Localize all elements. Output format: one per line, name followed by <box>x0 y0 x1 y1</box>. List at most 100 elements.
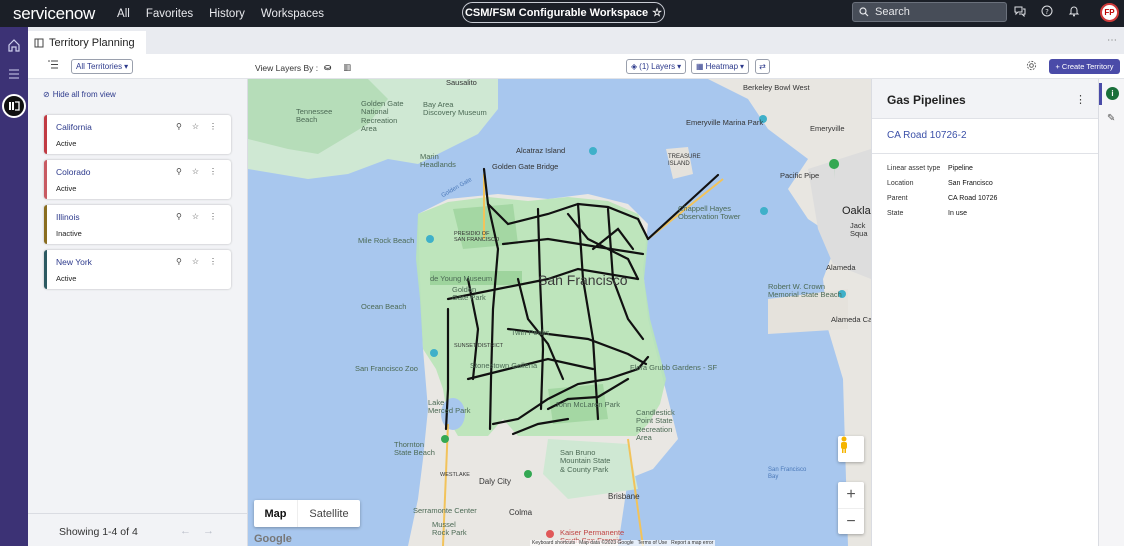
territory-filter-dropdown[interactable]: All Territories ▾ <box>71 59 134 74</box>
star-icon[interactable]: ☆ <box>192 212 199 221</box>
tab-territory-planning[interactable]: Territory Planning <box>28 31 146 54</box>
search-placeholder: Search <box>875 6 910 18</box>
more-icon[interactable]: ⋮ <box>209 212 217 221</box>
star-icon[interactable]: ☆ <box>192 167 199 176</box>
map-label: TREASURE ISLAND <box>668 154 701 167</box>
hide-all-link[interactable]: ⊘ Hide all from view <box>43 90 116 99</box>
view-layers-by: View Layers By : ⛀ ▥ <box>255 62 351 73</box>
property-value: San Francisco <box>948 180 993 187</box>
info-icon[interactable]: i <box>1106 87 1119 100</box>
nav-history[interactable]: History <box>209 8 245 20</box>
property-value: CA Road 10726 <box>948 195 998 202</box>
detail-header: Gas Pipelines ⋮ <box>872 79 1099 119</box>
map-attribution: Keyboard shortcuts Map data ©2023 Google… <box>530 540 716 546</box>
layers-dropdown[interactable]: ◈ (1) Layers ▾ <box>626 59 687 74</box>
more-icon[interactable]: ⋮ <box>209 122 217 131</box>
report-error-link[interactable]: Report a map error <box>671 540 713 546</box>
pagination-summary: Showing 1-4 of 4 <box>59 526 138 538</box>
map-label: Alameda Ca <box>831 315 871 324</box>
star-icon[interactable]: ☆ <box>192 257 199 266</box>
home-icon[interactable] <box>6 37 22 53</box>
svg-text:?: ? <box>1045 8 1049 16</box>
avatar[interactable]: FP <box>1100 3 1119 22</box>
locate-icon[interactable]: ⚲ <box>176 167 182 176</box>
heatmap-icon: ▦ <box>696 62 704 71</box>
properties-list: Linear asset type Pipeline Location San … <box>887 161 997 221</box>
prev-page-icon[interactable]: ← <box>180 525 191 537</box>
map-label: Golden Gate Park <box>452 285 486 303</box>
binoculars-icon[interactable]: ⛀ <box>324 62 331 73</box>
locate-icon[interactable]: ⚲ <box>176 122 182 131</box>
terms-link[interactable]: Terms of Use <box>638 540 667 546</box>
search-input[interactable]: Search <box>852 2 1007 22</box>
map-label: Serramonte Center <box>413 506 477 515</box>
caret-down-icon: ▾ <box>740 62 745 71</box>
territory-status: Active <box>56 184 77 193</box>
record-link[interactable]: CA Road 10726-2 <box>887 130 967 141</box>
view-layers-label: View Layers By : <box>255 62 319 73</box>
layers-icon: ◈ <box>631 62 638 71</box>
map-label: John McLaren Park <box>555 400 621 409</box>
create-territory-button[interactable]: + Create Territory <box>1049 59 1120 74</box>
panel-icon[interactable]: ▥ <box>343 62 351 73</box>
territory-card-colorado[interactable]: Colorado Active ⚲ ☆ ⋮ <box>44 160 231 199</box>
hide-all-label: Hide all from view <box>52 90 116 99</box>
keyboard-shortcuts-link[interactable]: Keyboard shortcuts <box>532 540 575 546</box>
territory-card-california[interactable]: California Active ⚲ ☆ ⋮ <box>44 115 231 154</box>
property-row: Parent CA Road 10726 <box>887 191 997 206</box>
next-page-icon[interactable]: → <box>203 525 214 537</box>
territory-status: Inactive <box>56 229 82 238</box>
chat-icon[interactable] <box>1013 4 1027 18</box>
locate-icon[interactable]: ⚲ <box>176 212 182 221</box>
map-label: Alameda <box>826 263 856 272</box>
map-label: Daly City <box>479 477 512 486</box>
more-icon[interactable]: ⋮ <box>1075 93 1086 106</box>
nav-workspaces[interactable]: Workspaces <box>261 8 324 20</box>
help-icon[interactable]: ? <box>1040 4 1054 18</box>
more-icon[interactable]: ⋮ <box>209 167 217 176</box>
map-label: Brisbane <box>608 492 640 501</box>
map-label: Colma <box>509 508 533 517</box>
territory-map[interactable]: Sausalito Golden Gate National Recreatio… <box>248 79 871 546</box>
list-icon[interactable] <box>6 66 22 82</box>
star-icon[interactable]: ☆ <box>652 6 662 19</box>
nav-all[interactable]: All <box>117 8 130 20</box>
locate-icon[interactable]: ⚲ <box>176 257 182 266</box>
star-icon[interactable]: ☆ <box>192 122 199 131</box>
active-indicator <box>1099 83 1102 105</box>
territory-name[interactable]: Illinois <box>56 212 80 222</box>
main-nav: All Favorites History Workspaces <box>117 8 324 20</box>
collapse-list-icon[interactable] <box>48 60 58 72</box>
map-label: Tennessee Beach <box>296 107 333 125</box>
more-tabs-icon[interactable]: ⋯ <box>1107 35 1118 46</box>
satellite-view-button[interactable]: Satellite <box>297 500 360 527</box>
workspace-title-pill[interactable]: CSM/FSM Configurable Workspace ☆ <box>462 2 665 23</box>
zoom-out-button[interactable]: − <box>838 508 864 534</box>
more-icon[interactable]: ⋮ <box>209 257 217 266</box>
gear-icon[interactable] <box>1026 60 1037 74</box>
layers-label: (1) Layers <box>639 62 676 71</box>
map-label: Sausalito <box>446 79 477 87</box>
territory-card-new-york[interactable]: New York Active ⚲ ☆ ⋮ <box>44 250 231 289</box>
territory-card-illinois[interactable]: Illinois Inactive ⚲ ☆ ⋮ <box>44 205 231 244</box>
servicenow-logo[interactable]: servicenow <box>13 4 95 24</box>
property-label: Parent <box>887 195 908 202</box>
nav-favorites[interactable]: Favorites <box>146 8 193 20</box>
map-label: Candlestick Point State Recreation Area <box>636 408 675 442</box>
map-view-button[interactable]: Map <box>254 500 297 527</box>
property-value: Pipeline <box>948 165 973 172</box>
bell-icon[interactable] <box>1067 4 1081 18</box>
detail-title: Gas Pipelines <box>887 93 966 107</box>
street-view-pegman-icon[interactable] <box>838 436 864 462</box>
zoom-in-button[interactable]: + <box>838 482 864 508</box>
territory-planning-app-icon[interactable] <box>2 94 26 118</box>
map-label: San Francisco Bay <box>768 467 807 480</box>
adjust-icon[interactable]: ⇄ <box>755 59 770 74</box>
property-value: In use <box>948 210 968 217</box>
heatmap-dropdown[interactable]: ▦ Heatmap ▾ <box>691 59 750 74</box>
territory-name[interactable]: Colorado <box>56 167 91 177</box>
territory-name[interactable]: New York <box>56 257 92 267</box>
pencil-icon[interactable]: ✎ <box>1107 113 1115 124</box>
territory-name[interactable]: California <box>56 122 92 132</box>
territory-status: Active <box>56 139 77 148</box>
